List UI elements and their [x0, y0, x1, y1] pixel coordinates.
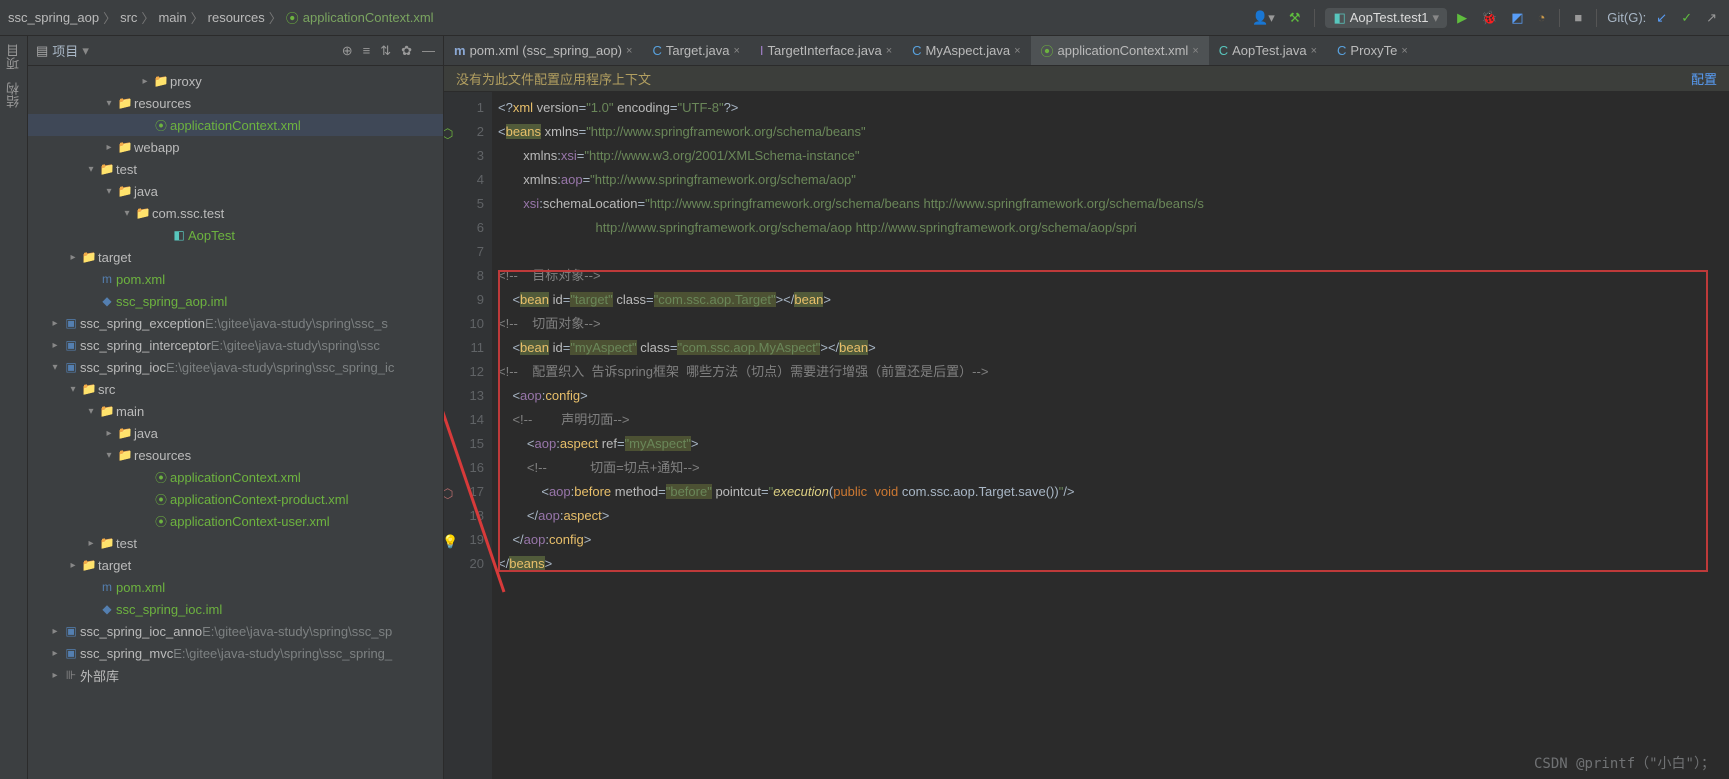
- notice-text: 没有为此文件配置应用程序上下文: [456, 69, 651, 88]
- settings-icon[interactable]: ✿: [401, 43, 412, 59]
- tree-node[interactable]: ▾📁main: [28, 400, 443, 422]
- editor-tab[interactable]: mpom.xml (ssc_spring_aop)×: [444, 36, 642, 65]
- tree-node[interactable]: ▾📁java: [28, 180, 443, 202]
- debug-icon[interactable]: 🐞: [1477, 8, 1501, 28]
- tree-node[interactable]: ▾📁com.ssc.test: [28, 202, 443, 224]
- gutter: 1⬡2345678910111213141516⬡1718💡1920: [444, 92, 492, 779]
- structure-strip-tab[interactable]: 结构: [4, 82, 23, 108]
- tree-node[interactable]: ▸📁java: [28, 422, 443, 444]
- profile-icon[interactable]: ◔: [1534, 8, 1550, 27]
- user-icon[interactable]: 👤▾: [1248, 8, 1279, 28]
- editor-tab[interactable]: CProxyTe×: [1327, 36, 1418, 65]
- tree-node[interactable]: ▸▣ssc_spring_exception E:\gitee\java-stu…: [28, 312, 443, 334]
- run-icon[interactable]: ▶: [1453, 8, 1471, 28]
- tree-node[interactable]: ▸▣ssc_spring_ioc_anno E:\gitee\java-stud…: [28, 620, 443, 642]
- tree-node[interactable]: ⦿applicationContext-user.xml: [28, 510, 443, 532]
- collapse-icon[interactable]: ≡: [363, 43, 371, 59]
- tree-node[interactable]: ◧AopTest: [28, 224, 443, 246]
- git-history-icon[interactable]: ↗: [1702, 8, 1721, 28]
- tree-node[interactable]: ▸📁webapp: [28, 136, 443, 158]
- sort-icon[interactable]: ⇅: [380, 43, 391, 59]
- stop-icon[interactable]: ■: [1570, 8, 1586, 27]
- tree-node[interactable]: ⦿applicationContext.xml: [28, 114, 443, 136]
- file-icon: ⦿: [286, 8, 299, 27]
- code-area[interactable]: <?xml version="1.0" encoding="UTF-8"?><b…: [492, 92, 1729, 779]
- hide-icon[interactable]: —: [422, 43, 435, 59]
- run-config-selector[interactable]: ◧AopTest.test1▾: [1325, 8, 1447, 28]
- breadcrumb[interactable]: ssc_spring_aop〉 src〉 main〉 resources〉 ⦿ …: [8, 8, 434, 27]
- tree-node[interactable]: ▸▣ssc_spring_interceptor E:\gitee\java-s…: [28, 334, 443, 356]
- tree-node[interactable]: ▸📁target: [28, 246, 443, 268]
- build-icon[interactable]: ⚒: [1285, 8, 1305, 28]
- tree-node[interactable]: mpom.xml: [28, 576, 443, 598]
- git-commit-icon[interactable]: ✓: [1677, 8, 1696, 28]
- tree-node[interactable]: ▾📁resources: [28, 92, 443, 114]
- project-tree[interactable]: ▸📁proxy▾📁resources⦿applicationContext.xm…: [28, 66, 443, 779]
- coverage-icon[interactable]: ◩: [1507, 8, 1527, 28]
- tree-node[interactable]: ▾📁src: [28, 378, 443, 400]
- tree-node[interactable]: ▸📁target: [28, 554, 443, 576]
- tree-node[interactable]: ◆ssc_spring_aop.iml: [28, 290, 443, 312]
- tree-node[interactable]: mpom.xml: [28, 268, 443, 290]
- panel-title: 项目: [52, 41, 78, 60]
- watermark: CSDN @printf（"小白"）；: [1534, 753, 1715, 773]
- git-label: Git(G):: [1607, 10, 1646, 25]
- tree-node[interactable]: ⦿applicationContext-product.xml: [28, 488, 443, 510]
- editor-tab[interactable]: CTarget.java×: [642, 36, 749, 65]
- editor-tab[interactable]: CAopTest.java×: [1209, 36, 1327, 65]
- tree-node[interactable]: ▾📁resources: [28, 444, 443, 466]
- tree-node[interactable]: ▸▣ssc_spring_mvc E:\gitee\java-study\spr…: [28, 642, 443, 664]
- tree-node[interactable]: ▾▣ssc_spring_ioc E:\gitee\java-study\spr…: [28, 356, 443, 378]
- locate-icon[interactable]: ⊕: [342, 43, 353, 59]
- tree-node[interactable]: ⦿applicationContext.xml: [28, 466, 443, 488]
- tree-node[interactable]: ◆ssc_spring_ioc.iml: [28, 598, 443, 620]
- tree-node[interactable]: ▸⊪外部库: [28, 664, 443, 686]
- editor-tabs[interactable]: mpom.xml (ssc_spring_aop)×CTarget.java×I…: [444, 36, 1729, 66]
- project-strip-tab[interactable]: 项目: [4, 44, 23, 70]
- editor-tab[interactable]: ITargetInterface.java×: [750, 36, 902, 65]
- tree-node[interactable]: ▸📁proxy: [28, 70, 443, 92]
- git-update-icon[interactable]: ↙: [1652, 8, 1671, 28]
- editor-tab[interactable]: ⦿applicationContext.xml×: [1031, 36, 1209, 65]
- tree-node[interactable]: ▾📁test: [28, 158, 443, 180]
- editor-tab[interactable]: CMyAspect.java×: [902, 36, 1030, 65]
- notice-link[interactable]: 配置: [1691, 69, 1717, 88]
- tree-node[interactable]: ▸📁test: [28, 532, 443, 554]
